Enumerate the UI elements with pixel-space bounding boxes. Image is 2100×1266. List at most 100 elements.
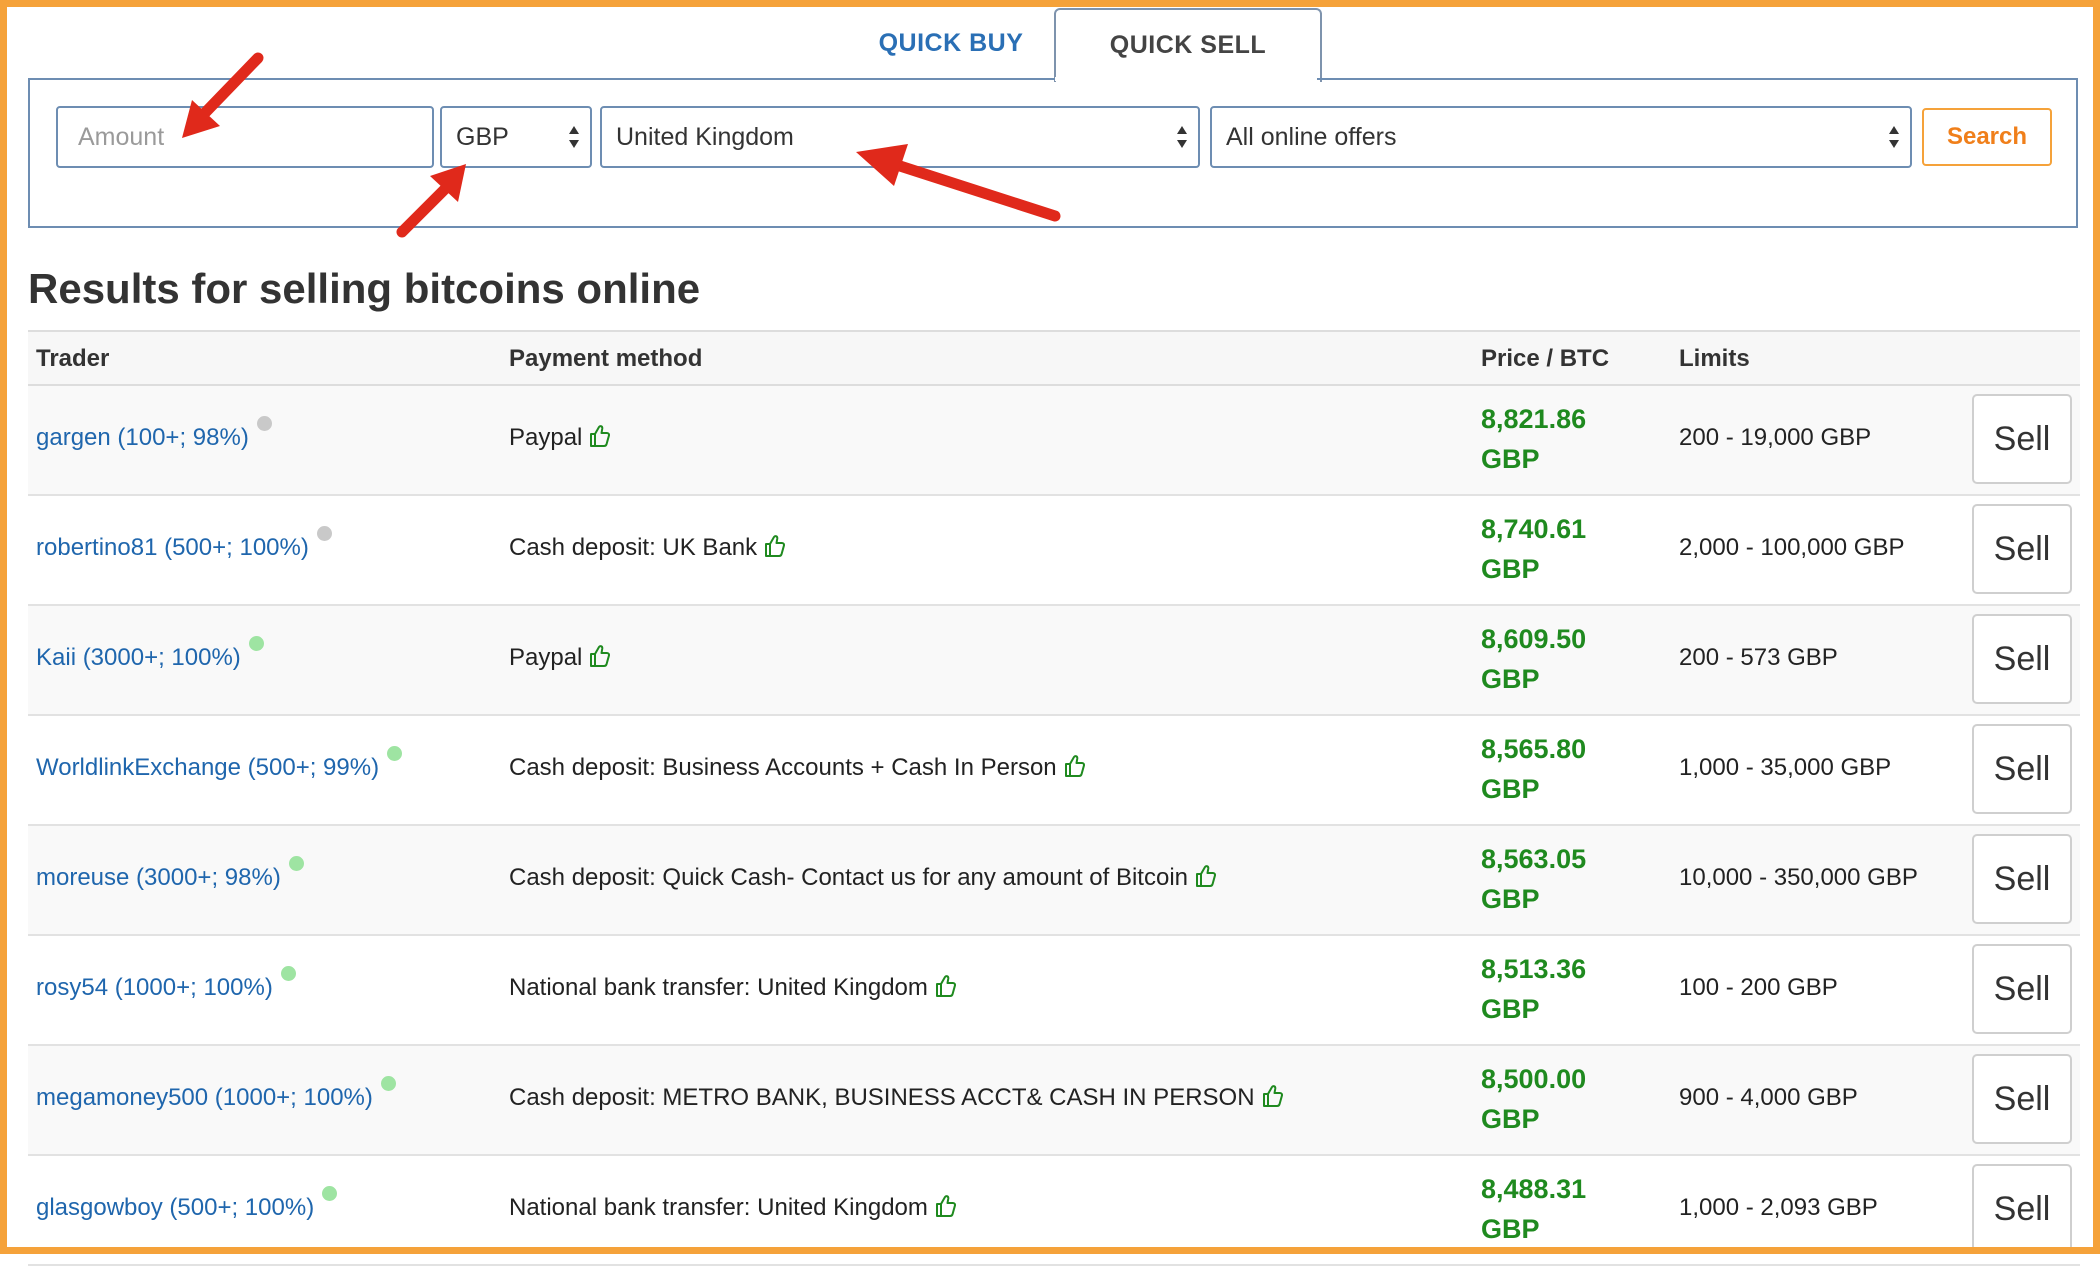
status-dot-icon xyxy=(248,636,264,651)
currency-value: GBP xyxy=(456,123,509,151)
payment-method-cell: National bank transfer: United Kingdom xyxy=(509,974,956,1002)
results-title: Results for selling bitcoins online xyxy=(28,265,701,312)
price-cell: 8,740.61 GBP xyxy=(1481,509,1586,589)
sell-button[interactable]: Sell xyxy=(1972,944,2072,1034)
price-cell: 8,563.05 GBP xyxy=(1481,839,1586,919)
tab-quick-sell[interactable]: QUICK SELL xyxy=(1054,8,1322,82)
thumbs-up-icon xyxy=(1064,755,1085,777)
payment-method-text: Paypal xyxy=(509,424,583,451)
thumbs-up-icon xyxy=(590,425,611,447)
payment-method-cell: Cash deposit: Quick Cash- Contact us for… xyxy=(509,864,1216,892)
trader-link[interactable]: Kaii (3000+; 100%) xyxy=(36,644,241,671)
limits-cell: 900 - 4,000 GBP xyxy=(1679,1084,1858,1111)
trader-cell: moreuse (3000+; 98%) xyxy=(36,856,304,892)
thumbs-up-icon xyxy=(935,975,956,997)
red-arrow-annotation-amount xyxy=(182,52,264,138)
trader-cell: Kaii (3000+; 100%) xyxy=(36,636,264,672)
trader-cell: WorldlinkExchange (500+; 99%) xyxy=(36,746,403,782)
price-value: 8,488.31 xyxy=(1481,1174,1587,1204)
payment-method-cell: Cash deposit: METRO BANK, BUSINESS ACCT&… xyxy=(509,1084,1283,1112)
sell-button[interactable]: Sell xyxy=(1972,1164,2072,1254)
thumbs-up-icon xyxy=(1196,865,1216,887)
status-dot-icon xyxy=(316,526,332,541)
trader-link[interactable]: megamoney500 (1000+; 100%) xyxy=(36,1084,373,1111)
payment-method-text: National bank transfer: United Kingdom xyxy=(509,974,928,1001)
trader-cell: robertino81 (500+; 100%) xyxy=(36,526,332,562)
header-limits: Limits xyxy=(1679,345,1750,372)
offer-filter-select[interactable]: All online offers xyxy=(1210,106,1912,168)
trader-link[interactable]: glasgowboy (500+; 100%) xyxy=(36,1194,314,1221)
table-row: WorldlinkExchange (500+; 99%) Cash depos… xyxy=(28,716,2080,826)
price-currency: GBP xyxy=(1481,444,1540,474)
payment-method-text: Cash deposit: Quick Cash- Contact us for… xyxy=(509,864,1188,891)
sell-button[interactable]: Sell xyxy=(1972,1054,2072,1144)
price-value: 8,821.86 xyxy=(1481,404,1587,434)
status-dot-icon xyxy=(387,746,403,761)
price-currency: GBP xyxy=(1481,994,1540,1024)
table-body: gargen (100+; 98%) Paypal 8,821.86 GBP 2… xyxy=(28,386,2080,1266)
red-arrow-annotation-currency xyxy=(396,164,466,238)
sell-button[interactable]: Sell xyxy=(1972,724,2072,814)
price-currency: GBP xyxy=(1481,774,1540,804)
thumbs-up-icon xyxy=(765,535,786,557)
price-cell: 8,565.80 GBP xyxy=(1481,729,1586,809)
price-value: 8,740.61 xyxy=(1481,514,1587,544)
payment-method-cell: Cash deposit: Business Accounts + Cash I… xyxy=(509,754,1085,782)
trader-link[interactable]: robertino81 (500+; 100%) xyxy=(36,534,309,561)
price-value: 8,513.36 xyxy=(1481,954,1587,984)
payment-method-text: Cash deposit: UK Bank xyxy=(509,534,758,561)
payment-method-cell: Paypal xyxy=(509,644,611,672)
table-row: robertino81 (500+; 100%) Cash deposit: U… xyxy=(28,496,2080,606)
price-cell: 8,513.36 GBP xyxy=(1481,949,1586,1029)
sell-button[interactable]: Sell xyxy=(1972,834,2072,924)
trader-link[interactable]: gargen (100+; 98%) xyxy=(36,424,249,451)
limits-cell: 200 - 573 GBP xyxy=(1679,644,1838,671)
limits-cell: 2,000 - 100,000 GBP xyxy=(1679,534,1905,561)
table-row: moreuse (3000+; 98%) Cash deposit: Quick… xyxy=(28,826,2080,936)
trader-link[interactable]: rosy54 (1000+; 100%) xyxy=(36,974,273,1001)
payment-method-text: Cash deposit: Business Accounts + Cash I… xyxy=(509,754,1057,781)
offer-filter-value: All online offers xyxy=(1226,123,1397,151)
thumbs-up-icon xyxy=(935,1195,956,1217)
trader-cell: glasgowboy (500+; 100%) xyxy=(36,1186,338,1222)
trader-link[interactable]: moreuse (3000+; 98%) xyxy=(36,864,281,891)
red-arrow-annotation-country xyxy=(856,144,1061,222)
header-price: Price / BTC xyxy=(1481,345,1610,372)
header-trader: Trader xyxy=(36,345,110,372)
thumbs-up-icon xyxy=(1262,1085,1283,1107)
price-value: 8,563.05 xyxy=(1481,844,1587,874)
trader-cell: gargen (100+; 98%) xyxy=(36,416,272,452)
price-cell: 8,609.50 GBP xyxy=(1481,619,1586,699)
table-row: glasgowboy (500+; 100%) National bank tr… xyxy=(28,1156,2080,1266)
payment-method-text: Cash deposit: METRO BANK, BUSINESS ACCT&… xyxy=(509,1084,1255,1111)
tab-bar: QUICK BUY QUICK SELL xyxy=(0,0,2100,82)
offers-table: Trader Payment method Price / BTC Limits… xyxy=(28,330,2080,1266)
select-arrows-icon xyxy=(1889,126,1899,148)
price-value: 8,609.50 xyxy=(1481,624,1587,654)
payment-method-cell: National bank transfer: United Kingdom xyxy=(509,1194,956,1222)
limits-cell: 10,000 - 350,000 GBP xyxy=(1679,864,1918,891)
tab-quick-buy[interactable]: QUICK BUY xyxy=(848,8,1054,78)
header-payment-method: Payment method xyxy=(509,345,703,372)
status-dot-icon xyxy=(322,1186,338,1201)
limits-cell: 1,000 - 2,093 GBP xyxy=(1679,1194,1878,1221)
payment-method-text: Paypal xyxy=(509,644,583,671)
limits-cell: 100 - 200 GBP xyxy=(1679,974,1838,1001)
price-value: 8,500.00 xyxy=(1481,1064,1587,1094)
status-dot-icon xyxy=(256,416,272,431)
thumbs-up-icon xyxy=(590,645,611,667)
price-value: 8,565.80 xyxy=(1481,734,1587,764)
price-currency: GBP xyxy=(1481,554,1540,584)
sell-button[interactable]: Sell xyxy=(1972,394,2072,484)
country-value: United Kingdom xyxy=(616,123,794,151)
limits-cell: 200 - 19,000 GBP xyxy=(1679,424,1872,451)
price-currency: GBP xyxy=(1481,1104,1540,1134)
trader-link[interactable]: WorldlinkExchange (500+; 99%) xyxy=(36,754,379,781)
search-button[interactable]: Search xyxy=(1922,108,2052,166)
table-row: megamoney500 (1000+; 100%) Cash deposit:… xyxy=(28,1046,2080,1156)
sell-button[interactable]: Sell xyxy=(1972,504,2072,594)
status-dot-icon xyxy=(380,1076,396,1091)
trader-cell: rosy54 (1000+; 100%) xyxy=(36,966,296,1002)
status-dot-icon xyxy=(280,966,296,981)
sell-button[interactable]: Sell xyxy=(1972,614,2072,704)
